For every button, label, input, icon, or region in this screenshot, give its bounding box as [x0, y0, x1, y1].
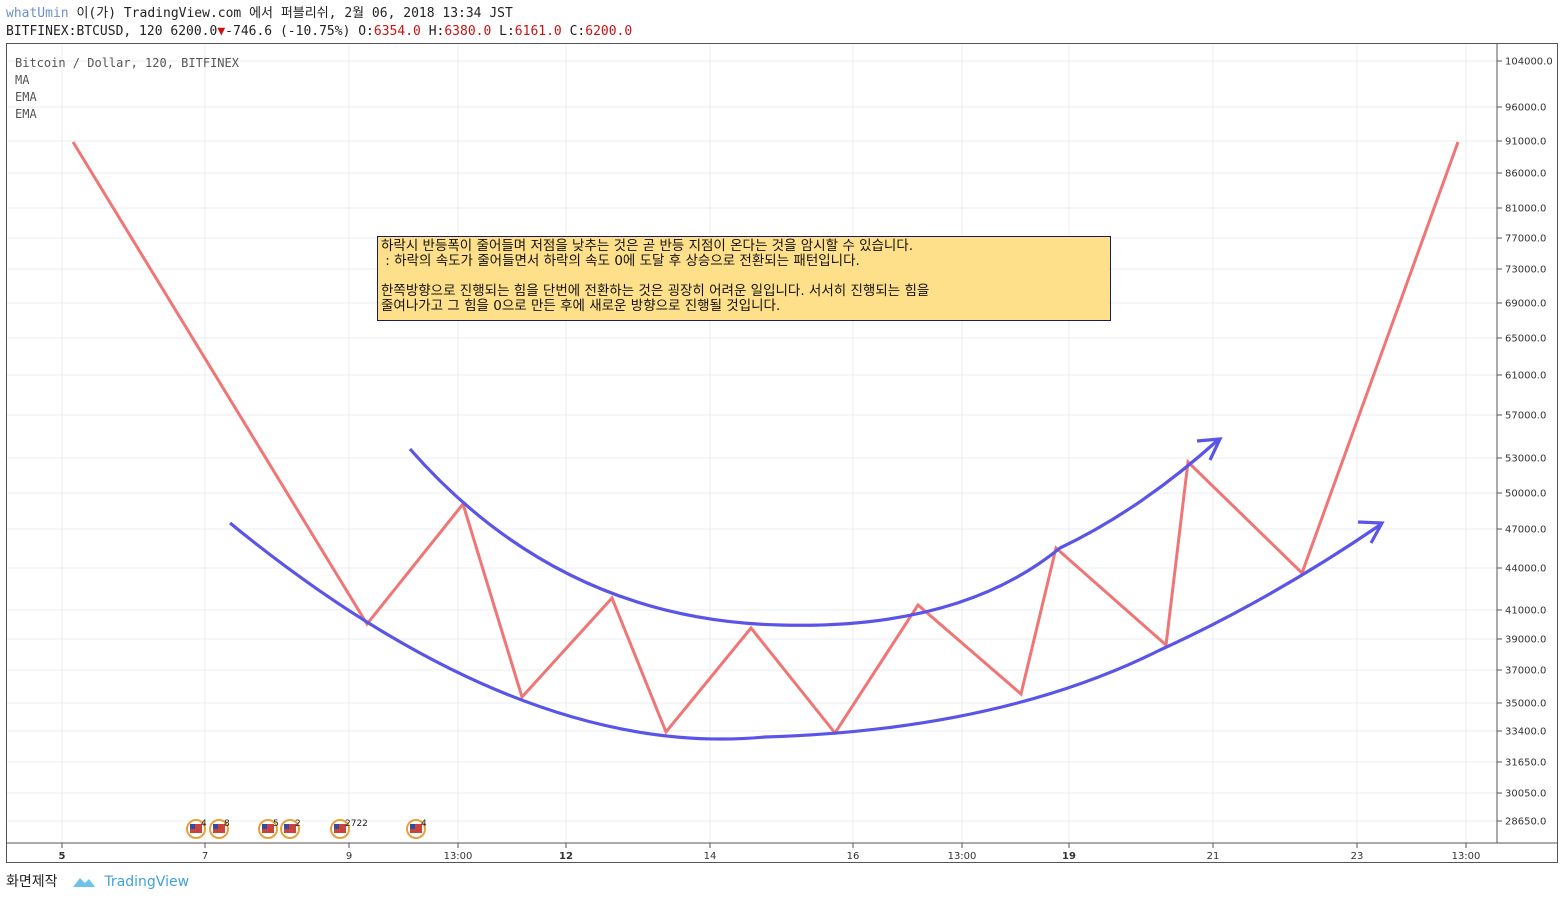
legend-series[interactable]: Bitcoin / Dollar, 120, BITFINEX	[15, 55, 239, 72]
event-flag-icon[interactable]: 5	[258, 819, 279, 839]
price-tick-label: 96000.0	[1505, 103, 1546, 114]
time-tick-label: 5	[59, 851, 66, 862]
zigzag-price-path[interactable]	[71, 141, 1460, 736]
time-tick-label: 7	[202, 851, 208, 862]
event-count: 8	[224, 819, 230, 829]
lower-curve-arrow[interactable]	[228, 521, 1381, 741]
price-tick-label: 37000.0	[1505, 666, 1546, 677]
event-markers: 4 8 5 2 2722 4	[186, 819, 427, 839]
time-tick-label: 21	[1207, 851, 1220, 862]
chart-legend: Bitcoin / Dollar, 120, BITFINEX MA EMA E…	[15, 55, 239, 123]
event-count: 2	[295, 819, 301, 829]
event-flag-icon[interactable]: 2	[280, 819, 301, 839]
footer: 화면제작 TradingView	[6, 871, 189, 891]
event-count: 2722	[345, 819, 368, 829]
event-flag-icon[interactable]: 8	[209, 819, 230, 839]
grid-lines	[7, 44, 1497, 843]
price-tick-label: 44000.0	[1505, 564, 1546, 575]
time-tick-label: 23	[1351, 851, 1364, 862]
price-tick-label: 86000.0	[1505, 169, 1546, 180]
price-tick-label: 33400.0	[1505, 727, 1546, 738]
legend-ma[interactable]: MA	[15, 72, 239, 89]
price-tick-label: 65000.0	[1505, 334, 1546, 345]
time-tick-label: 9	[346, 851, 352, 862]
price-tick-label: 81000.0	[1505, 204, 1546, 215]
time-tick-label: 13:00	[1452, 851, 1481, 862]
price-tick-label: 39000.0	[1505, 635, 1546, 646]
time-tick-label: 14	[704, 851, 717, 862]
event-count: 4	[421, 819, 427, 829]
time-axis: 5 7 9 13:00 12 14 16 13:00 19 21 23 13:00	[59, 843, 1481, 862]
time-tick-label: 13:00	[948, 851, 977, 862]
legend-ema-1[interactable]: EMA	[15, 89, 239, 106]
event-flag-icon[interactable]: 4	[406, 819, 427, 839]
price-tick-label: 28650.0	[1505, 817, 1546, 828]
price-tick-label: 77000.0	[1505, 234, 1546, 245]
annotation-note[interactable]: 하락시 반등폭이 줄어들며 저점을 낮추는 것은 곧 반등 지점이 온다는 것을…	[377, 236, 1111, 321]
price-tick-label: 53000.0	[1505, 454, 1546, 465]
price-tick-label: 61000.0	[1505, 371, 1546, 382]
time-tick-label: 16	[847, 851, 860, 862]
tradingview-logo-icon	[72, 878, 95, 887]
footer-caption: 화면제작	[6, 874, 58, 890]
price-tick-label: 91000.0	[1505, 137, 1546, 148]
event-flag-icon[interactable]: 4	[186, 819, 207, 839]
legend-ema-2[interactable]: EMA	[15, 106, 239, 123]
price-tick-label: 30050.0	[1505, 789, 1546, 800]
price-tick-label: 41000.0	[1505, 606, 1546, 617]
chart-canvas[interactable]: 104000.0 96000.0 91000.0 86000.0 81000.0 7700…	[0, 0, 1562, 900]
price-tick-label: 104000.0	[1505, 57, 1553, 68]
event-count: 4	[201, 819, 207, 829]
price-tick-label: 50000.0	[1505, 489, 1546, 500]
price-tick-label: 73000.0	[1505, 265, 1546, 276]
price-axis: 104000.0 96000.0 91000.0 86000.0 81000.0 7700…	[1497, 57, 1553, 828]
footer-brand[interactable]: TradingView	[104, 874, 189, 890]
price-tick-label: 69000.0	[1505, 299, 1546, 310]
time-tick-label: 12	[559, 851, 573, 862]
event-count: 5	[273, 819, 279, 829]
upper-curve-arrow[interactable]	[408, 438, 1220, 627]
price-tick-label: 47000.0	[1505, 525, 1546, 536]
time-tick-label: 13:00	[444, 851, 473, 862]
price-tick-label: 31650.0	[1505, 758, 1546, 769]
price-tick-label: 35000.0	[1505, 699, 1546, 710]
price-tick-label: 57000.0	[1505, 411, 1546, 422]
time-tick-label: 19	[1062, 851, 1076, 862]
